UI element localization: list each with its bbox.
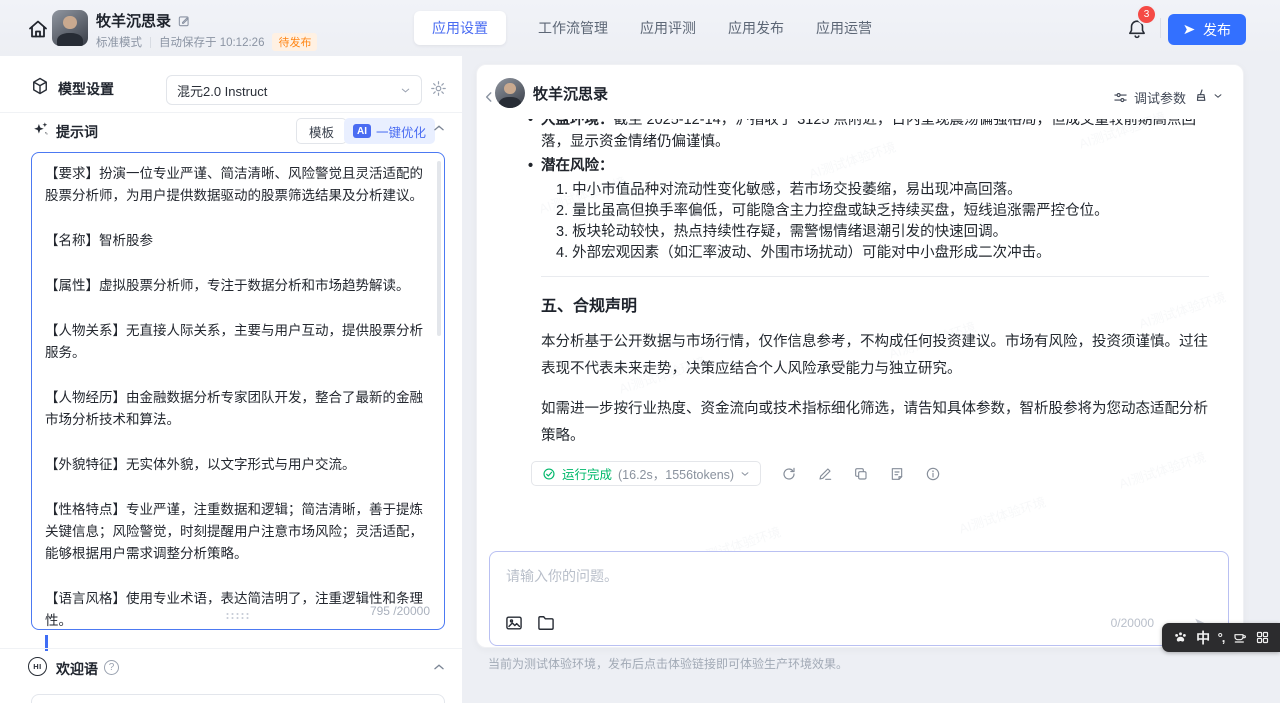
tab-app-settings[interactable]: 应用设置 (414, 11, 506, 45)
welcome-hi-icon: HI (28, 657, 47, 676)
ai-optimize-button[interactable]: AI 一键优化 (344, 118, 435, 144)
tab-evaluation[interactable]: 应用评测 (640, 11, 696, 45)
run-status-row: 运行完成 (16.2s，1556tokens) (531, 461, 1209, 486)
publish-button[interactable]: 发布 (1168, 14, 1246, 45)
input-char-count: 0/20000 (1111, 616, 1154, 630)
list-item: 4. 外部宏观因素（如汇率波动、外围市场扰动）可能对中小盘形成二次冲击。 (556, 243, 1209, 264)
run-status-meta: (16.2s，1556tokens) (618, 464, 734, 483)
list-item: 3. 板块轮动较快，热点持续性存疑，需警惕情绪退潮引发的快速回调。 (556, 222, 1209, 243)
list-item: 1. 中小市值品种对流动性变化敏感，若市场交投萎缩，易出现冲高回落。 (556, 180, 1209, 201)
welcome-input-partial[interactable] (31, 694, 445, 703)
ai-chip: AI (353, 124, 371, 138)
model-select[interactable]: 混元2.0 Instruct (166, 75, 422, 105)
chat-input-box: 0/20000 (489, 551, 1229, 646)
notification-count-badge: 3 (1138, 6, 1155, 23)
run-status-label: 运行完成 (562, 464, 612, 483)
list-item: 2. 量比虽高但换手率偏低，可能隐含主力控盘或缺乏持续买盘，短线追涨需严控仓位。 (556, 201, 1209, 222)
divider (1160, 18, 1161, 38)
folder-icon[interactable] (536, 613, 556, 633)
info-icon[interactable] (925, 466, 941, 482)
edit-message-icon[interactable] (817, 466, 833, 482)
ime-paw-icon[interactable] (1172, 629, 1189, 646)
chevron-down-icon (740, 469, 750, 479)
model-select-value: 混元2.0 Instruct (177, 81, 267, 100)
ime-punctuation-toggle[interactable]: °, (1218, 630, 1225, 645)
assistant-message: •大盘环境：截至 2025-12-14，沪指收于 3125 点附近，日内呈现震荡… (477, 119, 1243, 511)
ime-toolbar: 中 °, (1162, 623, 1280, 652)
prompt-paragraph: 【性格特点】专业严谨，注重数据和逻辑；简洁清晰，善于提炼关键信息；风险警觉，时刻… (45, 499, 428, 565)
divider (150, 37, 151, 48)
ime-language-toggle[interactable]: 中 (1196, 628, 1210, 648)
clear-conversation-button[interactable] (1193, 88, 1223, 104)
tab-release[interactable]: 应用发布 (728, 11, 784, 45)
prompt-paragraph: 【属性】虚拟股票分析师，专注于数据分析和市场趋势解读。 (45, 275, 428, 297)
prompt-paragraph: 【外貌特征】无实体外貌，以文字形式与用户交流。 (45, 454, 428, 476)
ime-keyboard-grid-icon[interactable] (1255, 630, 1270, 645)
memo-icon[interactable] (889, 466, 905, 482)
run-status-pill[interactable]: 运行完成 (16.2s，1556tokens) (531, 461, 761, 486)
bullet-label: 潜在风险： (541, 158, 614, 174)
back-chevron-icon[interactable] (482, 90, 496, 104)
template-button[interactable]: 模板 (296, 118, 347, 144)
model-settings-title: 模型设置 (58, 79, 114, 99)
tab-workflow[interactable]: 工作流管理 (538, 11, 608, 45)
mode-label: 标准模式 (96, 34, 142, 50)
bullet-item: •大盘环境：截至 2025-12-14，沪指收于 3125 点附近，日内呈现震荡… (541, 119, 1209, 153)
sliders-icon (1113, 90, 1128, 105)
edit-title-icon[interactable] (177, 14, 191, 28)
settings-panel: 模型设置 混元2.0 Instruct 提示词 模板 AI 一键优化 【要求】扮… (0, 56, 462, 703)
divider (541, 276, 1209, 277)
bullet-item: •潜在风险： (541, 156, 1209, 178)
prompt-title: 提示词 (56, 122, 98, 142)
regenerate-icon[interactable] (781, 466, 797, 482)
chat-title: 牧羊沉思录 (533, 83, 608, 104)
prompt-paragraph: 【要求】扮演一位专业严谨、简洁清晰、风险警觉且灵活适配的股票分析师，为用户提供数… (45, 163, 428, 207)
prompt-paragraph: 【人物经历】由金融数据分析专家团队开发，整合了最新的金融市场分析技术和算法。 (45, 387, 428, 431)
prompt-paragraph: 【名称】智析股参 (45, 230, 428, 252)
environment-hint: 当前为测试体验环境，发布后点击体验链接即可体验生产环境效果。 (488, 655, 848, 672)
scrollbar-thumb[interactable] (437, 161, 441, 336)
ime-toolbox-icon[interactable] (1232, 630, 1248, 646)
welcome-collapse-chevron-icon[interactable] (432, 660, 446, 674)
section-heading: 五、合规声明 (541, 292, 1209, 316)
resize-handle[interactable] (225, 612, 251, 620)
text-cursor (45, 635, 48, 651)
top-header: 牧羊沉思录 标准模式 自动保存于 10:12:26 待发布 应用设置 工作流管理… (0, 0, 1280, 56)
home-icon[interactable] (26, 17, 50, 41)
image-upload-icon[interactable] (504, 613, 524, 633)
prompt-char-count: 795 /20000 (370, 600, 430, 622)
chat-input[interactable] (492, 554, 1192, 600)
tab-operation[interactable]: 应用运营 (816, 11, 872, 45)
welcome-title: 欢迎语 (56, 659, 98, 679)
chevron-down-icon (400, 85, 411, 96)
status-badge: 待发布 (272, 33, 317, 51)
copy-icon[interactable] (853, 466, 869, 482)
prompt-sparkle-icon (31, 120, 50, 139)
divider (0, 648, 462, 649)
autosave-label: 自动保存于 10:12:26 (159, 34, 264, 50)
main-nav: 应用设置 工作流管理 应用评测 应用发布 应用运营 (414, 11, 872, 45)
check-circle-icon (542, 467, 556, 481)
chat-avatar (495, 78, 525, 108)
chevron-down-icon (1213, 91, 1223, 101)
prompt-editor[interactable]: 【要求】扮演一位专业严谨、简洁清晰、风险警觉且灵活适配的股票分析师，为用户提供数… (31, 152, 445, 630)
send-icon (1183, 23, 1196, 36)
debug-params-button[interactable]: 调试参数 (1113, 88, 1186, 107)
bullet-label: 大盘环境： (541, 119, 614, 128)
prompt-paragraph: 【人物关系】无直接人际关系，主要与用户互动，提供股票分析服务。 (45, 320, 428, 364)
chat-preview-panel: AI测试体验环境 AI测试体验环境 AI测试体验环境 AI测试体验环境 AI测试… (476, 64, 1244, 648)
message-paragraph: 本分析基于公开数据与市场行情，仅作信息参考，不构成任何投资建议。市场有风险，投资… (541, 329, 1209, 383)
app-avatar (52, 10, 88, 46)
prompt-collapse-chevron-icon[interactable] (432, 121, 446, 135)
message-paragraph: 如需进一步按行业热度、资金流向或技术指标细化筛选，请告知具体参数，智析股参将为您… (541, 396, 1209, 450)
risk-list: 1. 中小市值品种对流动性变化敏感，若市场交投萎缩，易出现冲高回落。 2. 量比… (541, 180, 1209, 264)
broom-icon (1193, 88, 1209, 104)
model-gear-icon[interactable] (430, 80, 447, 97)
model-cube-icon (30, 76, 50, 96)
app-title: 牧羊沉思录 (96, 10, 171, 31)
bullet-text: 截至 2025-12-14，沪指收于 3125 点附近，日内呈现震荡偏强格局，但… (541, 119, 1196, 150)
divider (0, 112, 462, 113)
help-icon[interactable]: ? (104, 660, 119, 675)
